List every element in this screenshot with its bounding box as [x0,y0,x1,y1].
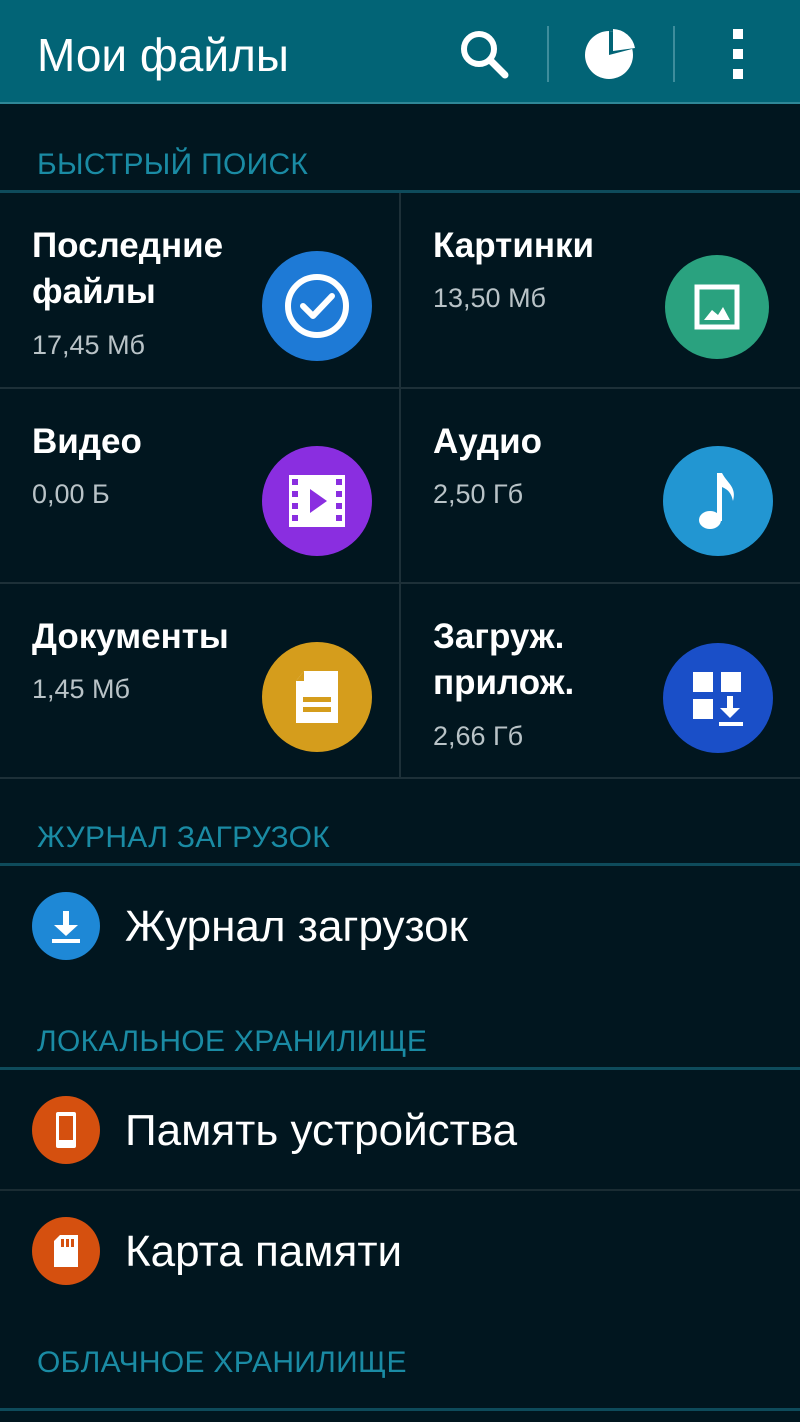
tile-size: 2,66 Гб [433,721,524,751]
tile-recent-files[interactable]: Последние файлы 17,45 Мб [0,193,400,388]
document-icon [262,642,372,752]
page-title: Мои файлы [37,29,289,81]
image-icon [665,255,769,359]
storage-usage-button[interactable] [574,20,646,88]
tile-title: Последние файлы [32,226,224,311]
video-icon [262,446,372,556]
phone-icon [32,1096,100,1164]
more-options-icon [733,29,743,79]
section-title: ЛОКАЛЬНОЕ ХРАНИЛИЩЕ [37,1025,428,1058]
tile-title: Видео [32,422,142,461]
search-icon [461,31,509,79]
list-item-label: Карта памяти [125,1227,403,1276]
tile-audio[interactable]: Аудио 2,50 Гб [401,389,800,584]
app-bar: Мои файлы [0,0,800,104]
list-item-label: Журнал загрузок [125,902,468,951]
section-title: ЖУРНАЛ ЗАГРУЗОК [37,821,331,854]
tile-size: 0,00 Б [32,479,110,509]
section-header-download-history: ЖУРНАЛ ЗАГРУЗОК [0,779,800,866]
tile-title: Документы [32,617,229,656]
section-header-cloud-storage: ОБЛАЧНОЕ ХРАНИЛИЩЕ [0,1311,800,1411]
tile-size: 2,50 Гб [433,479,524,509]
downloaded-apps-icon [663,643,773,753]
list-item-download-history[interactable]: Журнал загрузок [0,866,800,986]
search-button[interactable] [448,20,520,88]
tile-size: 1,45 Мб [32,674,131,704]
tile-title: Загруж. прилож. [433,617,575,702]
section-title: БЫСТРЫЙ ПОИСК [37,148,309,181]
appbar-separator [547,26,549,82]
storage-usage-icon [585,29,635,79]
tile-images[interactable]: Картинки 13,50 Мб [401,193,800,388]
tile-size: 17,45 Мб [32,330,146,360]
tile-title: Картинки [433,226,595,265]
section-header-quick-search: БЫСТРЫЙ ПОИСК [0,104,800,193]
tile-title: Аудио [433,422,542,461]
tile-video[interactable]: Видео 0,00 Б [0,389,400,584]
tile-documents[interactable]: Документы 1,45 Мб [0,584,400,779]
section-title: ОБЛАЧНОЕ ХРАНИЛИЩЕ [37,1346,407,1379]
list-item-label: Память устройства [125,1106,518,1155]
recent-check-icon [262,251,372,361]
list-item-device-memory[interactable]: Память устройства [0,1070,800,1190]
download-icon [32,892,100,960]
tile-downloaded-apps[interactable]: Загруж. прилож. 2,66 Гб [401,584,800,779]
list-item-memory-card[interactable]: Карта памяти [0,1191,800,1311]
sd-card-icon [32,1217,100,1285]
section-header-local-storage: ЛОКАЛЬНОЕ ХРАНИЛИЩЕ [0,986,800,1070]
music-note-icon [663,446,773,556]
tile-size: 13,50 Мб [433,283,547,313]
more-options-button[interactable] [702,20,774,88]
appbar-separator [673,26,675,82]
